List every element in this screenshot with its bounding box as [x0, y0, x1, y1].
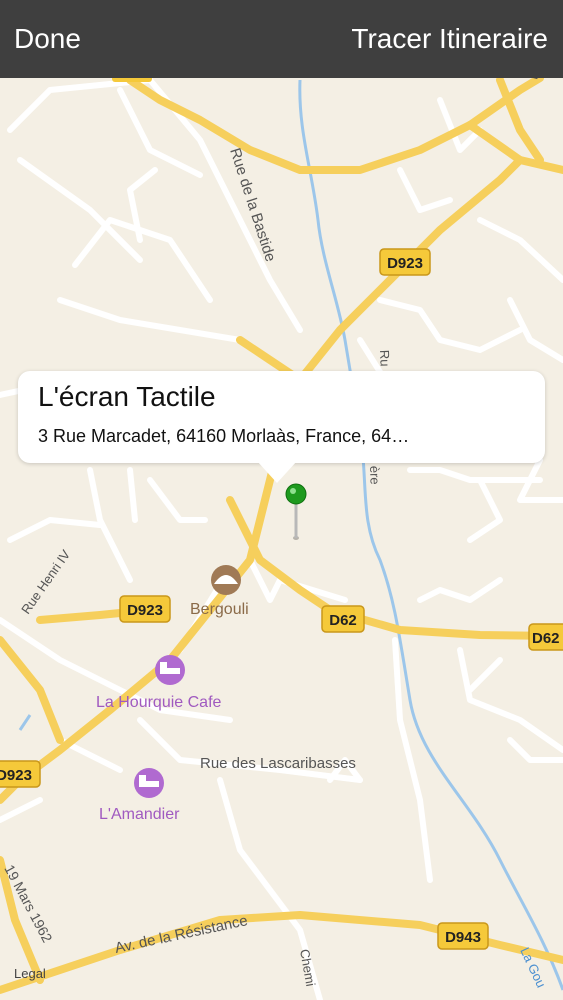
place-callout[interactable]: L'écran Tactile 3 Rue Marcadet, 64160 Mo… — [18, 371, 545, 463]
svg-text:D923: D923 — [387, 255, 423, 272]
hotel-pillow-shape — [160, 662, 167, 668]
svg-text:D62: D62 — [532, 630, 560, 647]
svg-text:D923: D923 — [127, 602, 163, 619]
done-button[interactable]: Done — [14, 22, 81, 56]
road-badge-d62: D62 — [321, 605, 365, 633]
road-badge-d943: D943 — [437, 922, 489, 950]
hotel-bed-shape — [160, 668, 180, 674]
road-badge-d62-edge: D62 — [528, 623, 563, 651]
legal-link[interactable]: Legal — [14, 966, 46, 981]
place-title: L'écran Tactile — [38, 381, 216, 412]
hotel-bed-shape — [139, 781, 159, 787]
route-button[interactable]: Tracer Itineraire — [351, 22, 548, 56]
map-background — [0, 78, 563, 1000]
svg-text:L'Amandier: L'Amandier — [99, 806, 180, 823]
street-label-rue-des-lascaribasses: Rue des Lascaribasses — [200, 755, 356, 772]
street-label-ere: ère — [367, 466, 383, 485]
road-badge-partial — [112, 78, 152, 82]
pin-highlight — [290, 488, 296, 494]
place-address: 3 Rue Marcadet, 64160 Morlaàs, France, 6… — [38, 426, 410, 446]
road-badge-d923-mid: D923 — [119, 595, 171, 623]
svg-text:La Hourquie Cafe: La Hourquie Cafe — [96, 694, 222, 711]
svg-text:D923: D923 — [0, 767, 32, 784]
map-canvas[interactable]: D923 D923 D62 D62 D923 D943 Rue de la Ba… — [0, 78, 563, 1000]
callout-pointer — [257, 461, 297, 483]
street-label-ru: Ru — [377, 350, 393, 367]
hotel-pillow-shape — [139, 775, 146, 781]
svg-text:Bergouli: Bergouli — [190, 601, 249, 618]
road-badge-d923-left: D923 — [0, 760, 41, 788]
road-badge-d923-top: D923 — [379, 248, 431, 276]
svg-text:D943: D943 — [445, 929, 481, 946]
map-view[interactable]: D923 D923 D62 D62 D923 D943 Rue de la Ba… — [0, 78, 563, 1000]
pin-head — [285, 483, 307, 505]
svg-text:D62: D62 — [329, 612, 357, 629]
navigation-bar: Done Tracer Itineraire — [0, 0, 563, 78]
